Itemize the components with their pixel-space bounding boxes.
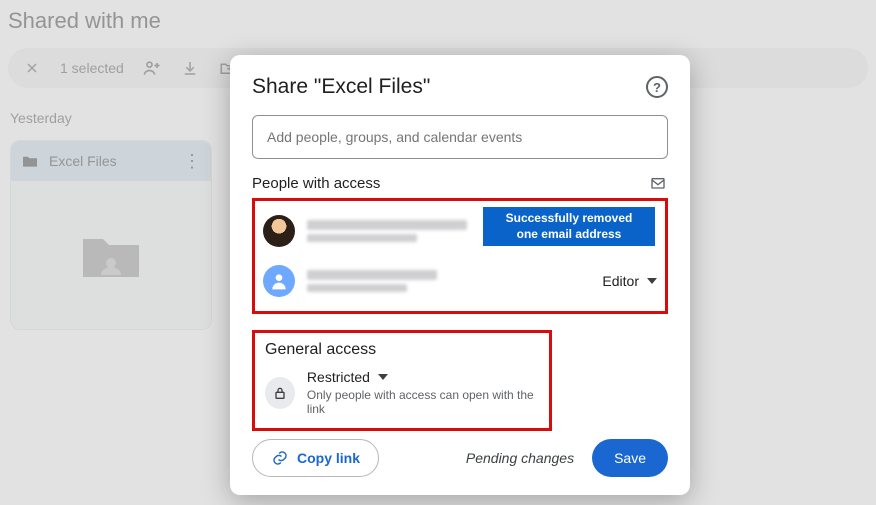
add-people-input[interactable] xyxy=(252,115,668,159)
link-icon xyxy=(271,449,289,467)
role-label: Editor xyxy=(602,273,639,289)
download-icon[interactable] xyxy=(180,58,200,78)
people-access-list: Successfully removed one email address E… xyxy=(252,198,668,314)
chevron-down-icon xyxy=(378,374,388,380)
lock-icon xyxy=(265,377,295,409)
dialog-title: Share "Excel Files" xyxy=(252,75,646,99)
share-dialog: Share "Excel Files" ? People with access… xyxy=(230,55,690,495)
removal-toast: Successfully removed one email address xyxy=(483,207,655,246)
pending-changes-label: Pending changes xyxy=(466,450,574,466)
file-name: Excel Files xyxy=(49,153,117,169)
role-picker[interactable]: Editor xyxy=(602,273,657,289)
access-level-picker[interactable]: Restricted xyxy=(307,369,539,385)
person-identity-redacted xyxy=(307,220,467,242)
people-with-access-heading: People with access xyxy=(252,175,380,192)
folder-preview-icon xyxy=(79,229,143,283)
close-icon[interactable] xyxy=(22,58,42,78)
avatar xyxy=(263,265,295,297)
section-yesterday: Yesterday xyxy=(10,110,72,126)
selection-count: 1 selected xyxy=(60,60,124,76)
avatar xyxy=(263,215,295,247)
file-card[interactable]: Excel Files ⋮ xyxy=(10,140,212,330)
chevron-down-icon xyxy=(647,278,657,284)
general-access-section: General access Restricted Only people wi… xyxy=(252,330,552,431)
general-access-heading: General access xyxy=(265,341,539,359)
notify-icon[interactable] xyxy=(648,176,668,192)
copy-link-button[interactable]: Copy link xyxy=(252,439,379,477)
access-level-description: Only people with access can open with th… xyxy=(307,388,539,416)
save-button[interactable]: Save xyxy=(592,439,668,477)
more-icon[interactable]: ⋮ xyxy=(183,151,201,172)
person-identity-redacted xyxy=(307,270,437,292)
person-row-editor: Editor xyxy=(263,261,657,301)
shared-folder-icon xyxy=(21,154,39,168)
share-person-icon[interactable] xyxy=(142,58,162,78)
page-title: Shared with me xyxy=(8,8,161,34)
help-icon[interactable]: ? xyxy=(646,76,668,98)
person-row-owner: Successfully removed one email address xyxy=(263,211,657,251)
